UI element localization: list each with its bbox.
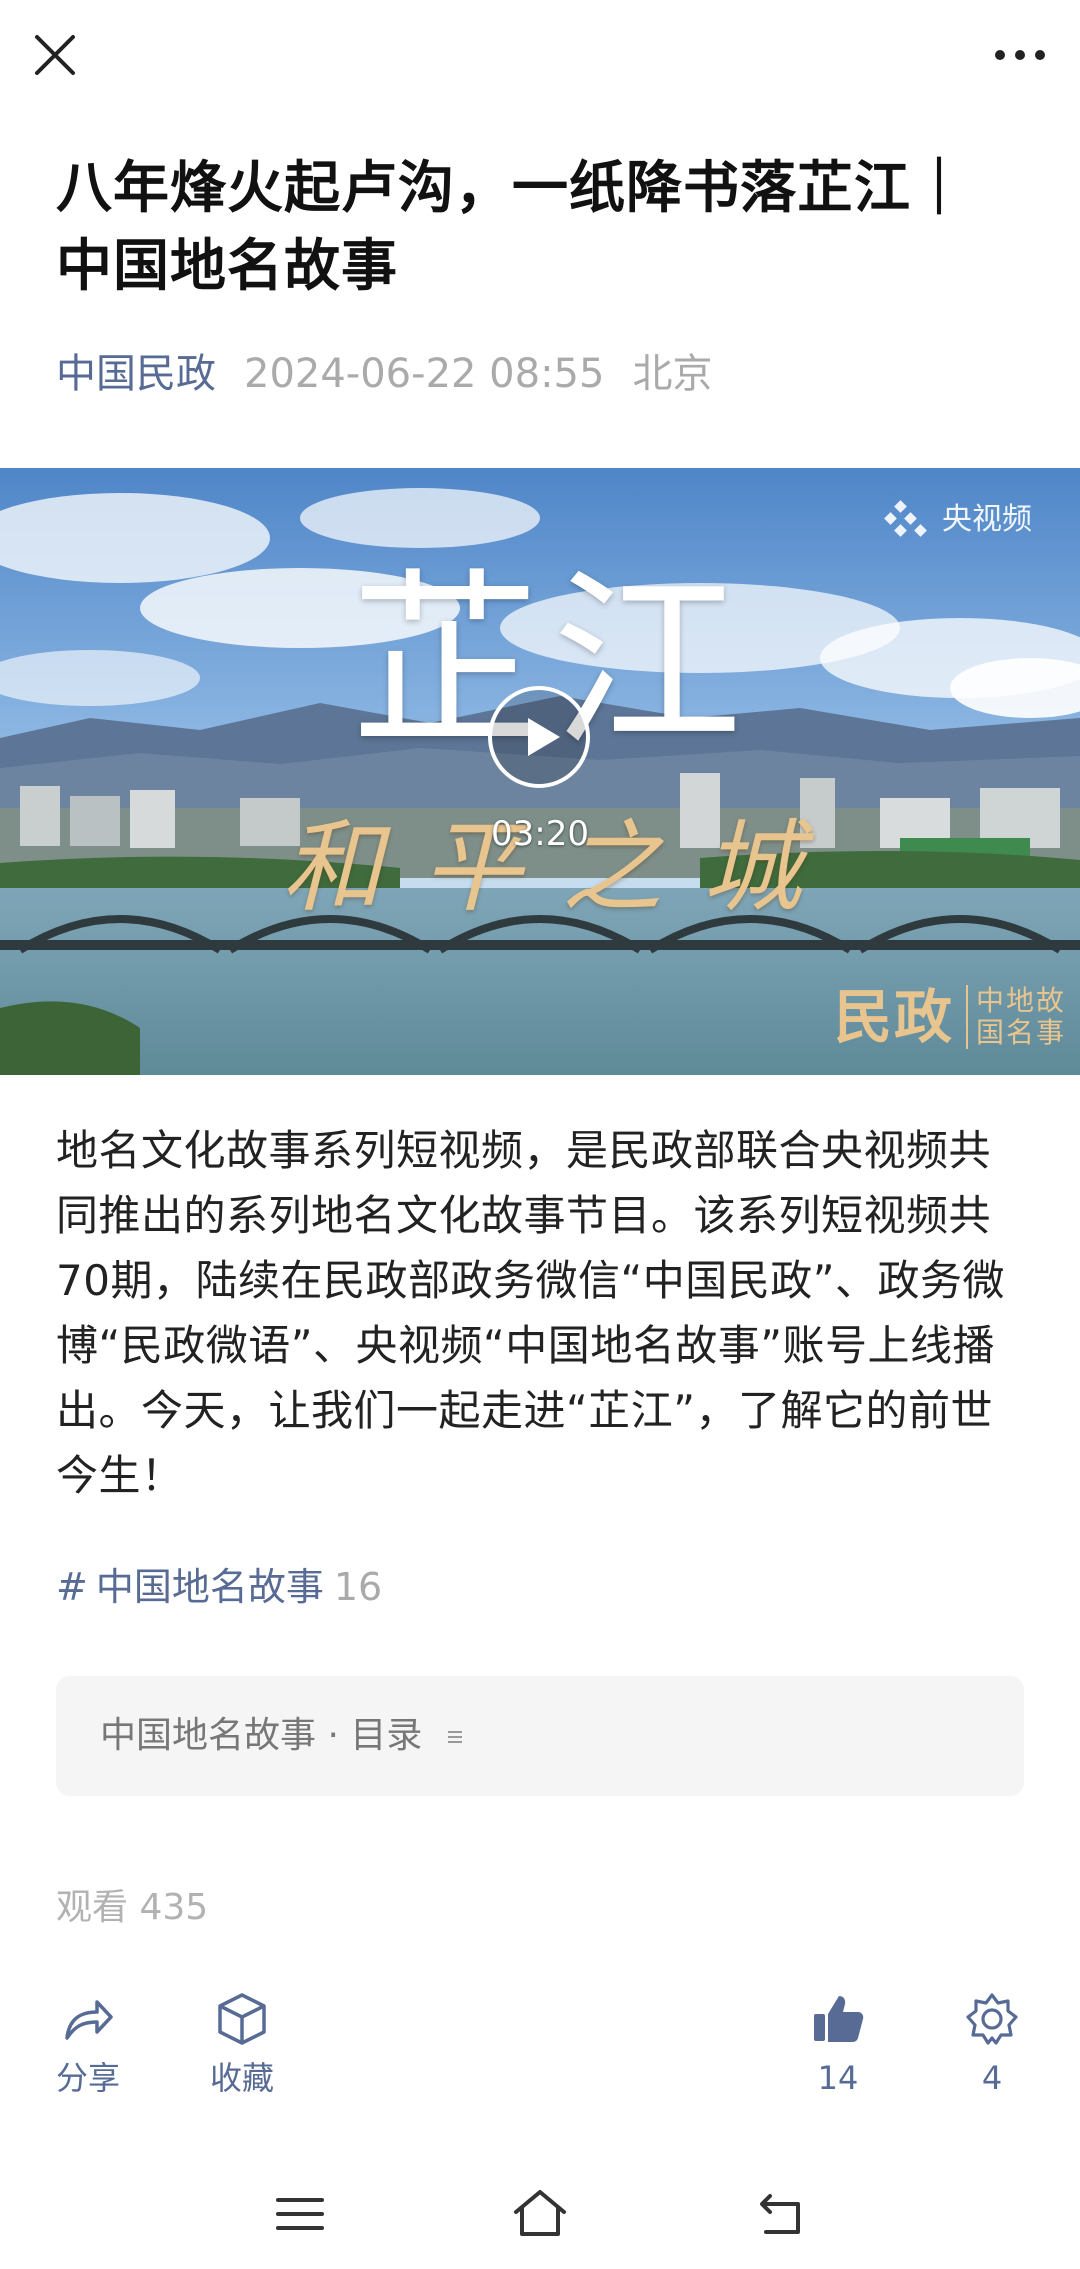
system-navigation-bar	[0, 2160, 1080, 2269]
article-title: 八年烽火起卢沟，一纸降书落芷江｜中国地名故事	[56, 156, 968, 299]
favorite-button[interactable]: 收藏	[182, 1990, 302, 2100]
action-bar: 分享 收藏 14 4	[0, 1990, 1080, 2120]
hash-icon: #	[56, 1565, 88, 1609]
collection-label: 中国地名故事 · 目录	[100, 1715, 423, 1756]
video-source-logo-icon	[884, 500, 927, 537]
article-page: 八年烽火起卢沟，一纸降书落芷江｜中国地名故事 中国民政 2024-06-22 08…	[0, 0, 1080, 2269]
share-icon	[65, 2000, 113, 2040]
back-icon	[760, 2194, 800, 2234]
corner-logo-main: 民政	[833, 983, 954, 1051]
share-button[interactable]: 分享	[28, 1990, 148, 2100]
thumbs-up-icon	[814, 1996, 864, 2042]
view-count: 观看 435	[56, 1887, 209, 1928]
corner-logo-sub: 中地故国名事	[966, 985, 1066, 1049]
system-back-button[interactable]	[748, 2182, 812, 2246]
article-body: 地名文化故事系列短视频，是民政部联合央视频共同推出的系列地名文化故事节目。该系列…	[56, 1126, 1005, 1500]
like-button[interactable]: 14	[778, 1990, 898, 2100]
video-source-name: 央视频	[942, 502, 1032, 537]
publish-location: 北京	[632, 351, 713, 397]
collection-label-row: 中国地名故事 · 目录	[100, 1709, 464, 1763]
video-source-brand: 央视频	[878, 500, 1032, 540]
play-button[interactable]	[486, 684, 592, 790]
article-meta: 中国民政 2024-06-22 08:55 北京	[56, 346, 712, 402]
top-bar	[0, 0, 1080, 110]
wow-star-icon	[966, 1993, 1018, 2045]
system-home-button[interactable]	[508, 2182, 572, 2246]
play-icon	[488, 686, 590, 788]
home-icon	[514, 2190, 566, 2236]
video-player[interactable]: 央视频 芷江 和平之城 03:20 民政 中地故国名事	[0, 468, 1080, 1075]
menu-icon	[276, 2198, 324, 2230]
wow-count: 4	[981, 2059, 1003, 2097]
video-corner-logo: 民政 中地故国名事	[834, 985, 1066, 1049]
video-duration: 03:20	[491, 814, 589, 854]
system-menu-button[interactable]	[268, 2182, 332, 2246]
topic-tag-count: 16	[333, 1565, 383, 1609]
more-dots-icon	[995, 50, 1045, 60]
author-link[interactable]: 中国民政	[56, 351, 216, 397]
list-icon	[447, 1731, 462, 1743]
publish-date: 2024-06-22 08:55	[244, 351, 605, 397]
topic-tag-name: 中国地名故事	[95, 1565, 324, 1609]
share-label: 分享	[55, 2059, 120, 2097]
more-options-button[interactable]	[988, 28, 1052, 82]
topic-tag[interactable]: # 中国地名故事 16	[56, 1560, 382, 1614]
close-icon	[35, 35, 75, 75]
favorite-box-icon	[218, 1993, 266, 2045]
wow-button[interactable]: 4	[932, 1990, 1052, 2100]
collection-directory-button[interactable]: 中国地名故事 · 目录	[56, 1676, 1024, 1796]
favorite-label: 收藏	[209, 2059, 274, 2097]
like-count: 14	[817, 2059, 859, 2097]
close-button[interactable]	[28, 28, 82, 82]
